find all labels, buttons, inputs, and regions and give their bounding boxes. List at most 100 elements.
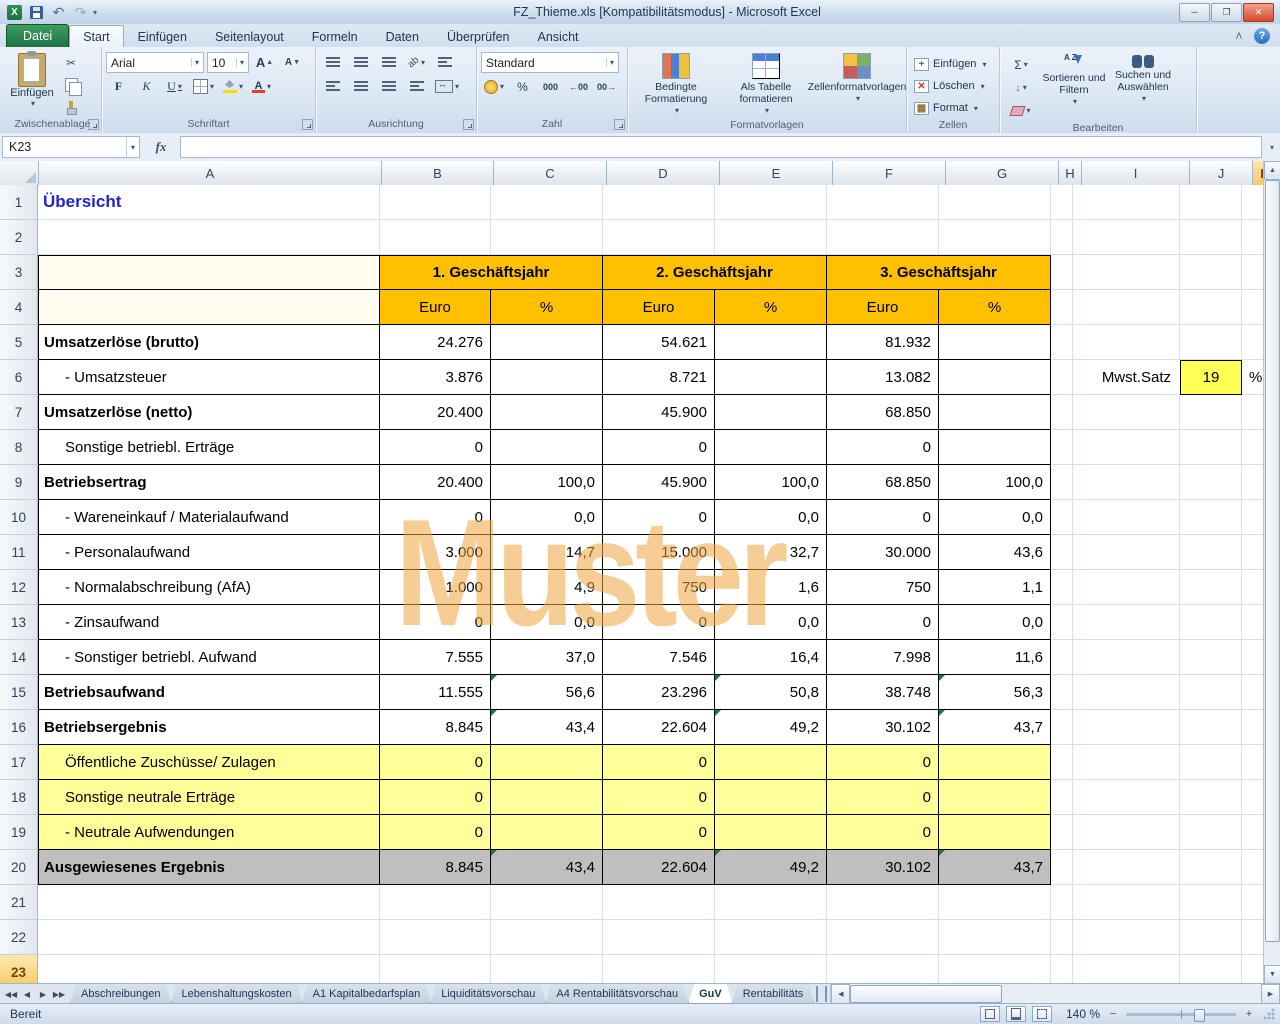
excel-app-icon[interactable] <box>5 3 24 21</box>
cell-D1[interactable] <box>603 185 715 220</box>
cell-B1[interactable] <box>380 185 491 220</box>
tab-splitter[interactable] <box>816 986 827 1002</box>
scroll-up-icon[interactable] <box>1264 161 1280 180</box>
ribbon-tab-Formeln[interactable]: Formeln <box>298 25 372 47</box>
cell-D11[interactable]: 15.000 <box>603 535 715 570</box>
cell-G18[interactable] <box>939 780 1051 815</box>
italic-button[interactable]: K <box>134 76 159 97</box>
column-header-C[interactable]: C <box>494 161 607 185</box>
cell-K22[interactable] <box>1242 920 1264 955</box>
cell-B14[interactable]: 7.555 <box>380 640 491 675</box>
cell-H10[interactable] <box>1051 500 1073 535</box>
cell-I22[interactable] <box>1073 920 1180 955</box>
cell-I19[interactable] <box>1073 815 1180 850</box>
cell-J12[interactable] <box>1180 570 1242 605</box>
font-dialog-launcher[interactable] <box>302 119 313 130</box>
cell-K19[interactable] <box>1242 815 1264 850</box>
year-header-3[interactable]: 3. Geschäftsjahr <box>827 255 1051 290</box>
conditional-formatting-button[interactable]: Bedingte Formatierung <box>632 50 720 118</box>
cell-K23[interactable] <box>1242 955 1264 984</box>
cell-D16[interactable]: 22.604 <box>603 710 715 745</box>
cell-C19[interactable] <box>491 815 603 850</box>
cell-D17[interactable]: 0 <box>603 745 715 780</box>
cell-E14[interactable]: 16,4 <box>715 640 827 675</box>
cell-H8[interactable] <box>1051 430 1073 465</box>
cell-I4[interactable] <box>1073 290 1180 325</box>
cell-C5[interactable] <box>491 325 603 360</box>
cell-E9[interactable]: 100,0 <box>715 465 827 500</box>
cell-C11[interactable]: 14,7 <box>491 535 603 570</box>
cell-B19[interactable]: 0 <box>380 815 491 850</box>
cell-J5[interactable] <box>1180 325 1242 360</box>
page-break-view-button[interactable] <box>1032 1006 1052 1022</box>
cell-G11[interactable]: 43,6 <box>939 535 1051 570</box>
cell-D7[interactable]: 45.900 <box>603 395 715 430</box>
cut-button[interactable]: ✂ <box>59 53 83 73</box>
cell-G10[interactable]: 0,0 <box>939 500 1051 535</box>
cell-D18[interactable]: 0 <box>603 780 715 815</box>
row-header-21[interactable]: 21 <box>0 885 38 920</box>
autosum-button[interactable]: Σ <box>1004 54 1038 75</box>
cell-J14[interactable] <box>1180 640 1242 675</box>
cell-A4[interactable] <box>38 290 380 325</box>
column-header-H[interactable]: H <box>1059 161 1082 185</box>
cell-I9[interactable] <box>1073 465 1180 500</box>
cell-G7[interactable] <box>939 395 1051 430</box>
cell-D2[interactable] <box>603 220 715 255</box>
cell-F20[interactable]: 30.102 <box>827 850 939 885</box>
cell-G9[interactable]: 100,0 <box>939 465 1051 500</box>
unit-header-C[interactable]: % <box>491 290 603 325</box>
cell-E18[interactable] <box>715 780 827 815</box>
cell-F22[interactable] <box>827 920 939 955</box>
cell-H19[interactable] <box>1051 815 1073 850</box>
cell-F10[interactable]: 0 <box>827 500 939 535</box>
cell-J18[interactable] <box>1180 780 1242 815</box>
orientation-button[interactable]: ab <box>404 52 429 73</box>
sheet-tab-Abschreibungen[interactable]: Abschreibungen <box>70 984 172 1004</box>
cell-H22[interactable] <box>1051 920 1073 955</box>
row-label-A11[interactable]: - Personalaufwand <box>38 535 380 570</box>
cell-J2[interactable] <box>1180 220 1242 255</box>
cell-D19[interactable]: 0 <box>603 815 715 850</box>
cell-B7[interactable]: 20.400 <box>380 395 491 430</box>
align-right-button[interactable] <box>376 76 401 97</box>
cell-I14[interactable] <box>1073 640 1180 675</box>
cell-G12[interactable]: 1,1 <box>939 570 1051 605</box>
scroll-down-icon[interactable] <box>1264 965 1280 984</box>
cell-H9[interactable] <box>1051 465 1073 500</box>
cell-G2[interactable] <box>939 220 1051 255</box>
sheet-tab-Lebenshaltungskosten[interactable]: Lebenshaltungskosten <box>171 984 303 1004</box>
cell-B20[interactable]: 8.845 <box>380 850 491 885</box>
cell-G1[interactable] <box>939 185 1051 220</box>
row-header-10[interactable]: 10 <box>0 500 38 535</box>
cell-J15[interactable] <box>1180 675 1242 710</box>
cell-B10[interactable]: 0 <box>380 500 491 535</box>
cell-B2[interactable] <box>380 220 491 255</box>
format-painter-button[interactable] <box>59 97 83 117</box>
cell-F14[interactable]: 7.998 <box>827 640 939 675</box>
save-button[interactable] <box>27 3 46 21</box>
tab-scroll-first-icon[interactable]: ◀◀ <box>4 987 18 1001</box>
row-label-A19[interactable]: - Neutrale Aufwendungen <box>38 815 380 850</box>
cell-C6[interactable] <box>491 360 603 395</box>
cell-K15[interactable] <box>1242 675 1264 710</box>
cell-I20[interactable] <box>1073 850 1180 885</box>
cell-K1[interactable] <box>1242 185 1264 220</box>
alignment-dialog-launcher[interactable] <box>463 119 474 130</box>
cell-J23[interactable] <box>1180 955 1242 984</box>
cell-D13[interactable]: 0 <box>603 605 715 640</box>
cell-B9[interactable]: 20.400 <box>380 465 491 500</box>
cell-C22[interactable] <box>491 920 603 955</box>
cell-G15[interactable]: 56,3 <box>939 675 1051 710</box>
cell-G23[interactable] <box>939 955 1051 984</box>
cell-B16[interactable]: 8.845 <box>380 710 491 745</box>
minimize-ribbon-icon[interactable] <box>1232 29 1246 43</box>
year-header-1[interactable]: 1. Geschäftsjahr <box>380 255 603 290</box>
sheet-tab-Rentabilitäts[interactable]: Rentabilitäts <box>732 984 815 1004</box>
cell-F23[interactable] <box>827 955 939 984</box>
cell-A23[interactable] <box>38 955 380 984</box>
cell-H11[interactable] <box>1051 535 1073 570</box>
cell-D9[interactable]: 45.900 <box>603 465 715 500</box>
cell-I17[interactable] <box>1073 745 1180 780</box>
maximize-button[interactable] <box>1211 3 1242 22</box>
